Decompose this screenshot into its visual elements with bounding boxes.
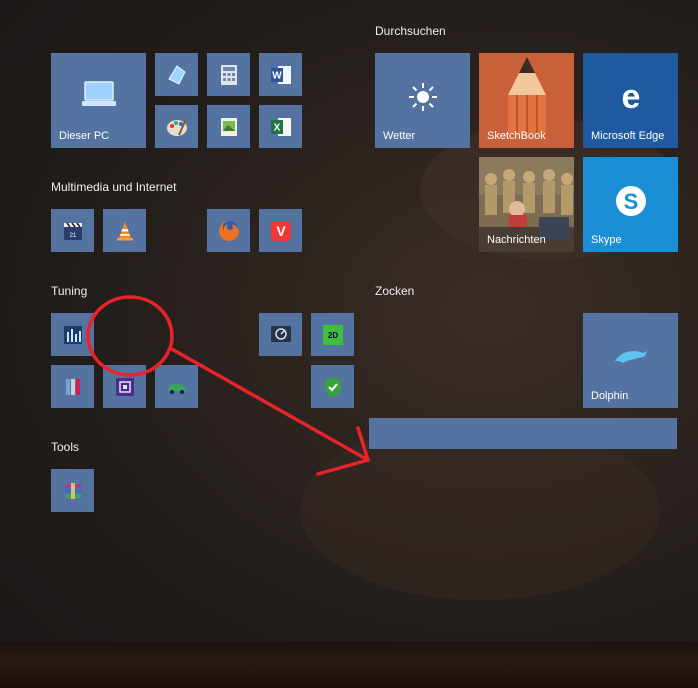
tile-vlc[interactable] bbox=[103, 209, 146, 252]
car-icon bbox=[167, 383, 186, 394]
twod-text: 2D bbox=[327, 331, 337, 340]
vlc-cone-icon bbox=[116, 221, 133, 240]
drop-target-bar[interactable] bbox=[369, 418, 677, 449]
dolphin-icon bbox=[614, 350, 647, 363]
sun-icon bbox=[408, 82, 437, 111]
shield-icon bbox=[324, 376, 341, 397]
tile-label: Dieser PC bbox=[59, 130, 110, 142]
tile-photo-editor[interactable] bbox=[207, 105, 250, 148]
tile-dolphin[interactable]: Dolphin bbox=[583, 313, 678, 408]
excel-letter: X bbox=[273, 122, 280, 133]
edge-letter: e bbox=[621, 80, 640, 114]
chip-icon bbox=[115, 377, 134, 396]
skype-icon: S bbox=[615, 185, 646, 216]
group-title-tuning: Tuning bbox=[51, 284, 88, 298]
tile-label: Nachrichten bbox=[487, 234, 546, 246]
firefox-icon bbox=[218, 220, 239, 241]
annotation-circle bbox=[86, 295, 174, 377]
tile-label: Wetter bbox=[383, 130, 416, 142]
svg-text:21: 21 bbox=[69, 233, 76, 239]
tile-tuning-bars[interactable] bbox=[51, 313, 94, 356]
twod-app-icon: 2D bbox=[322, 324, 343, 345]
tile-app-3d[interactable] bbox=[155, 53, 198, 96]
tile-wetter[interactable]: Wetter bbox=[375, 53, 470, 148]
excel-icon: X bbox=[270, 117, 291, 136]
tile-sketchbook[interactable]: SketchBook bbox=[479, 53, 574, 148]
taskbar bbox=[0, 642, 698, 688]
tile-skype[interactable]: S Skype bbox=[583, 157, 678, 252]
picture-icon bbox=[220, 117, 237, 136]
vivaldi-letter: V bbox=[276, 223, 286, 239]
clapperboard-icon: 21 bbox=[63, 222, 82, 240]
tile-excel[interactable]: X bbox=[259, 105, 302, 148]
tile-2d-1[interactable]: 2D bbox=[311, 313, 354, 356]
tile-microsoft-edge[interactable]: e Microsoft Edge bbox=[583, 53, 678, 148]
books-icon bbox=[65, 378, 80, 395]
pencil-icon bbox=[507, 56, 546, 133]
group-title-multimedia: Multimedia und Internet bbox=[51, 180, 177, 194]
tile-label: Skype bbox=[591, 234, 622, 246]
tile-label: Dolphin bbox=[591, 390, 629, 402]
tile-cpu-tool[interactable] bbox=[103, 365, 146, 408]
word-icon: W bbox=[270, 65, 291, 84]
tile-winrar-alt[interactable] bbox=[51, 365, 94, 408]
word-letter: W bbox=[272, 70, 282, 81]
tile-word[interactable]: W bbox=[259, 53, 302, 96]
tile-calculator[interactable] bbox=[207, 53, 250, 96]
cube-icon bbox=[167, 64, 186, 85]
tile-firefox[interactable] bbox=[207, 209, 250, 252]
tile-paint[interactable] bbox=[155, 105, 198, 148]
archive-icon bbox=[64, 482, 81, 499]
edge-icon: e bbox=[621, 80, 640, 114]
tile-vivaldi[interactable]: V bbox=[259, 209, 302, 252]
tile-label: Microsoft Edge bbox=[591, 130, 665, 142]
equalizer-icon bbox=[63, 325, 82, 344]
palette-icon bbox=[166, 118, 187, 136]
tile-winrar[interactable] bbox=[51, 469, 94, 512]
tile-security[interactable] bbox=[311, 365, 354, 408]
tile-media-center[interactable]: 21 bbox=[51, 209, 94, 252]
skype-letter: S bbox=[623, 189, 638, 214]
calculator-icon bbox=[220, 64, 237, 85]
monitor-gauge-icon bbox=[270, 325, 291, 342]
tile-nachrichten[interactable]: Nachrichten bbox=[479, 157, 574, 252]
tile-driver-tool[interactable] bbox=[155, 365, 198, 408]
vivaldi-icon: V bbox=[270, 220, 291, 241]
group-title-tools: Tools bbox=[51, 440, 80, 454]
tile-dieser-pc[interactable]: Dieser PC bbox=[51, 53, 146, 148]
tile-monitor-tool[interactable] bbox=[259, 313, 302, 356]
annotation-arrow-head bbox=[316, 426, 370, 476]
group-title-zocken: Zocken bbox=[375, 284, 415, 298]
group-title-durchsuchen: Durchsuchen bbox=[375, 24, 446, 38]
tile-label: SketchBook bbox=[487, 130, 546, 142]
computer-icon bbox=[81, 81, 116, 106]
